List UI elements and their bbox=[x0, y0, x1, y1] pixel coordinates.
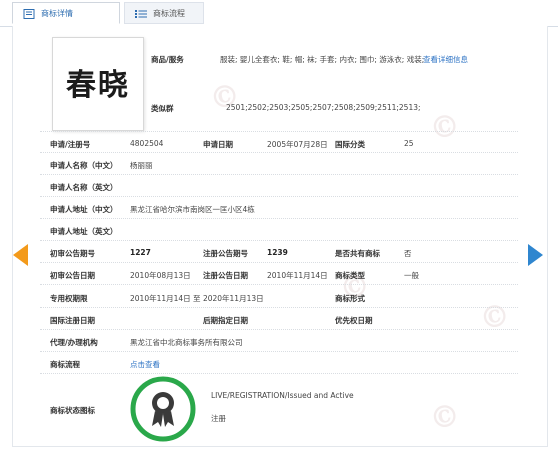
tab-label: 商标流程 bbox=[153, 9, 185, 18]
exclusive-period-value: 2010年11月14日 至 2020年11月13日 bbox=[130, 294, 264, 303]
tab-trademark-process[interactable]: 商标流程 bbox=[124, 2, 204, 24]
tab-label: 商标详情 bbox=[41, 9, 73, 18]
intl-class-value: 25 bbox=[404, 139, 414, 148]
applicant-en-label: 申请人名称（英文） bbox=[50, 183, 118, 192]
prelim-no-label: 初审公告期号 bbox=[50, 249, 95, 258]
similar-group-value: 2501;2502;2503;2505;2507;2508;2509;2511;… bbox=[226, 103, 421, 112]
reg-no-label: 申请/注册号 bbox=[50, 140, 91, 149]
app-date-value: 2005年07月28日 bbox=[267, 140, 328, 149]
tab-trademark-details[interactable]: 商标详情 bbox=[12, 2, 120, 24]
goods-services-label: 商品/服务 bbox=[151, 55, 184, 64]
mark-type-label: 商标类型 bbox=[335, 271, 365, 280]
intl-reg-date-label: 国际注册日期 bbox=[50, 316, 95, 325]
address-en-label: 申请人地址（英文） bbox=[50, 227, 118, 236]
reg-pub-no-value: 1239 bbox=[267, 248, 288, 257]
status-cn: 注册 bbox=[211, 414, 226, 423]
intl-class-label: 国际分类 bbox=[335, 140, 365, 149]
prelim-date-value: 2010年08月13日 bbox=[130, 271, 191, 280]
reg-pub-no-label: 注册公告期号 bbox=[203, 249, 248, 258]
address-cn-value: 黑龙江省哈尔滨市南岗区一匡小区4栋 bbox=[130, 205, 255, 214]
status-label: 商标状态图标 bbox=[50, 406, 95, 415]
applicant-cn-value: 杨丽丽 bbox=[130, 161, 153, 170]
process-view-link[interactable]: 点击查看 bbox=[130, 359, 160, 370]
tab-bar: 商标详情 商标流程 bbox=[0, 0, 558, 27]
document-icon bbox=[23, 9, 35, 19]
applicant-cn-label: 申请人名称（中文） bbox=[50, 161, 118, 170]
shared-label: 是否共有商标 bbox=[335, 249, 380, 258]
address-cn-label: 申请人地址（中文） bbox=[50, 205, 118, 214]
mark-type-value: 一般 bbox=[404, 271, 419, 280]
registered-seal-icon bbox=[130, 376, 196, 442]
shared-value: 否 bbox=[404, 249, 412, 258]
process-label: 商标流程 bbox=[50, 360, 80, 369]
trademark-image: 春晓 bbox=[52, 37, 144, 131]
later-date-label: 后期指定日期 bbox=[203, 316, 248, 325]
reg-pub-date-value: 2010年11月14日 bbox=[267, 271, 328, 280]
priority-date-label: 优先权日期 bbox=[335, 316, 373, 325]
arrow-left-icon[interactable] bbox=[13, 244, 28, 266]
status-en: LIVE/REGISTRATION/Issued and Active bbox=[211, 391, 354, 400]
trademark-logo-text: 春晓 bbox=[66, 68, 130, 103]
reg-no-value: 4802504 bbox=[130, 139, 164, 148]
similar-group-label: 类似群 bbox=[151, 104, 174, 113]
arrow-right-icon[interactable] bbox=[528, 244, 543, 266]
reg-pub-date-label: 注册公告日期 bbox=[203, 271, 248, 280]
agent-value: 黑龙江省中北商标事务所有限公司 bbox=[130, 338, 243, 347]
goods-services-value: 服装; 婴儿全套衣; 鞋; 帽; 袜; 手套; 内衣; 围巾; 游泳衣; 戏装; bbox=[220, 55, 425, 64]
mark-form-label: 商标形式 bbox=[335, 294, 365, 303]
agent-label: 代理/办理机构 bbox=[50, 338, 98, 347]
prelim-date-label: 初审公告日期 bbox=[50, 271, 95, 280]
prelim-no-value: 1227 bbox=[130, 248, 151, 257]
view-details-link[interactable]: 查看详细信息 bbox=[423, 54, 468, 65]
app-date-label: 申请日期 bbox=[203, 140, 233, 149]
exclusive-period-label: 专用权期限 bbox=[50, 294, 88, 303]
list-icon bbox=[135, 10, 147, 18]
